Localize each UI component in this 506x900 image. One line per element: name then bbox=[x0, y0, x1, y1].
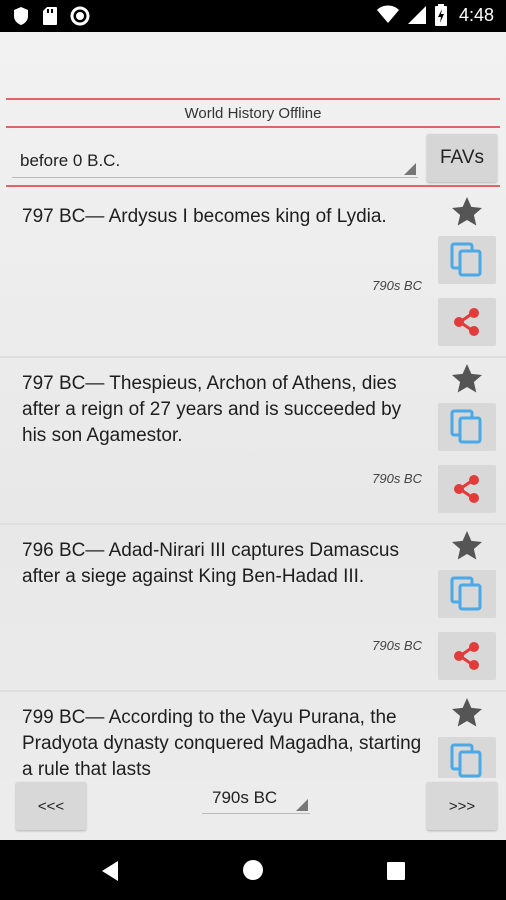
share-button[interactable] bbox=[438, 298, 496, 346]
recents-icon[interactable] bbox=[386, 861, 406, 881]
share-button[interactable] bbox=[438, 632, 496, 680]
era-dropdown[interactable]: before 0 B.C. bbox=[12, 146, 418, 178]
home-icon[interactable] bbox=[242, 859, 264, 881]
next-decade-button[interactable]: >>> bbox=[427, 782, 497, 830]
dropdown-arrow-icon bbox=[404, 163, 416, 175]
list-item: 797 BC— Ardysus I becomes king of Lydia.… bbox=[0, 192, 506, 358]
copy-button[interactable] bbox=[438, 236, 496, 284]
wifi-icon bbox=[376, 5, 399, 23]
list-item: 797 BC— Thespieus, Archon of Athens, die… bbox=[0, 359, 506, 525]
copy-icon bbox=[450, 242, 482, 277]
list-item: 796 BC— Adad-Nirari III captures Damascu… bbox=[0, 526, 506, 692]
copy-icon bbox=[450, 743, 482, 778]
status-bar: 4:48 bbox=[0, 0, 506, 32]
event-text: 799 BC— According to the Vayu Purana, th… bbox=[22, 707, 422, 778]
decade-dropdown-value: 790s BC bbox=[212, 788, 278, 807]
share-icon bbox=[454, 475, 479, 503]
favs-button[interactable]: FAVs bbox=[427, 134, 497, 182]
event-text: 796 BC— Adad-Nirari III captures Damascu… bbox=[22, 540, 399, 587]
star-icon[interactable] bbox=[448, 695, 486, 731]
list-item: 799 BC— According to the Vayu Purana, th… bbox=[0, 693, 506, 778]
app-title-bar: World History Offline bbox=[6, 98, 500, 128]
app-body: World History Offline before 0 B.C. FAVs… bbox=[0, 32, 506, 840]
event-text: 797 BC— Thespieus, Archon of Athens, die… bbox=[22, 373, 402, 446]
status-time: 4:48 bbox=[458, 4, 494, 25]
system-nav-bar bbox=[0, 840, 506, 900]
event-decade: 790s BC bbox=[372, 638, 422, 653]
dropdown-arrow-icon bbox=[296, 799, 308, 811]
battery-icon bbox=[434, 4, 447, 26]
star-icon[interactable] bbox=[448, 194, 486, 230]
event-decade: 790s BC bbox=[372, 471, 422, 486]
circle-record-icon bbox=[70, 6, 90, 26]
shield-icon bbox=[14, 7, 28, 25]
copy-icon bbox=[450, 576, 482, 611]
era-selector-row: before 0 B.C. FAVs bbox=[0, 132, 506, 188]
share-icon bbox=[454, 642, 479, 670]
back-icon[interactable] bbox=[100, 860, 120, 882]
copy-button[interactable] bbox=[438, 403, 496, 451]
prev-decade-button[interactable]: <<< bbox=[16, 782, 86, 830]
share-icon bbox=[454, 308, 479, 336]
copy-icon bbox=[450, 409, 482, 444]
event-text: 797 BC— Ardysus I becomes king of Lydia. bbox=[22, 206, 387, 227]
era-dropdown-value: before 0 B.C. bbox=[20, 151, 121, 170]
app-title: World History Offline bbox=[184, 104, 322, 122]
bottom-nav-bar: <<< 790s BC >>> bbox=[0, 778, 506, 840]
sd-card-icon bbox=[43, 7, 57, 25]
event-list[interactable]: 797 BC— Ardysus I becomes king of Lydia.… bbox=[0, 192, 506, 778]
decade-dropdown[interactable]: 790s BC bbox=[202, 784, 310, 814]
star-icon[interactable] bbox=[448, 361, 486, 397]
copy-button[interactable] bbox=[438, 570, 496, 618]
signal-icon bbox=[407, 6, 426, 24]
event-decade: 790s BC bbox=[372, 278, 422, 293]
share-button[interactable] bbox=[438, 465, 496, 513]
divider bbox=[6, 185, 500, 187]
star-icon[interactable] bbox=[448, 528, 486, 564]
copy-button[interactable] bbox=[438, 737, 496, 778]
